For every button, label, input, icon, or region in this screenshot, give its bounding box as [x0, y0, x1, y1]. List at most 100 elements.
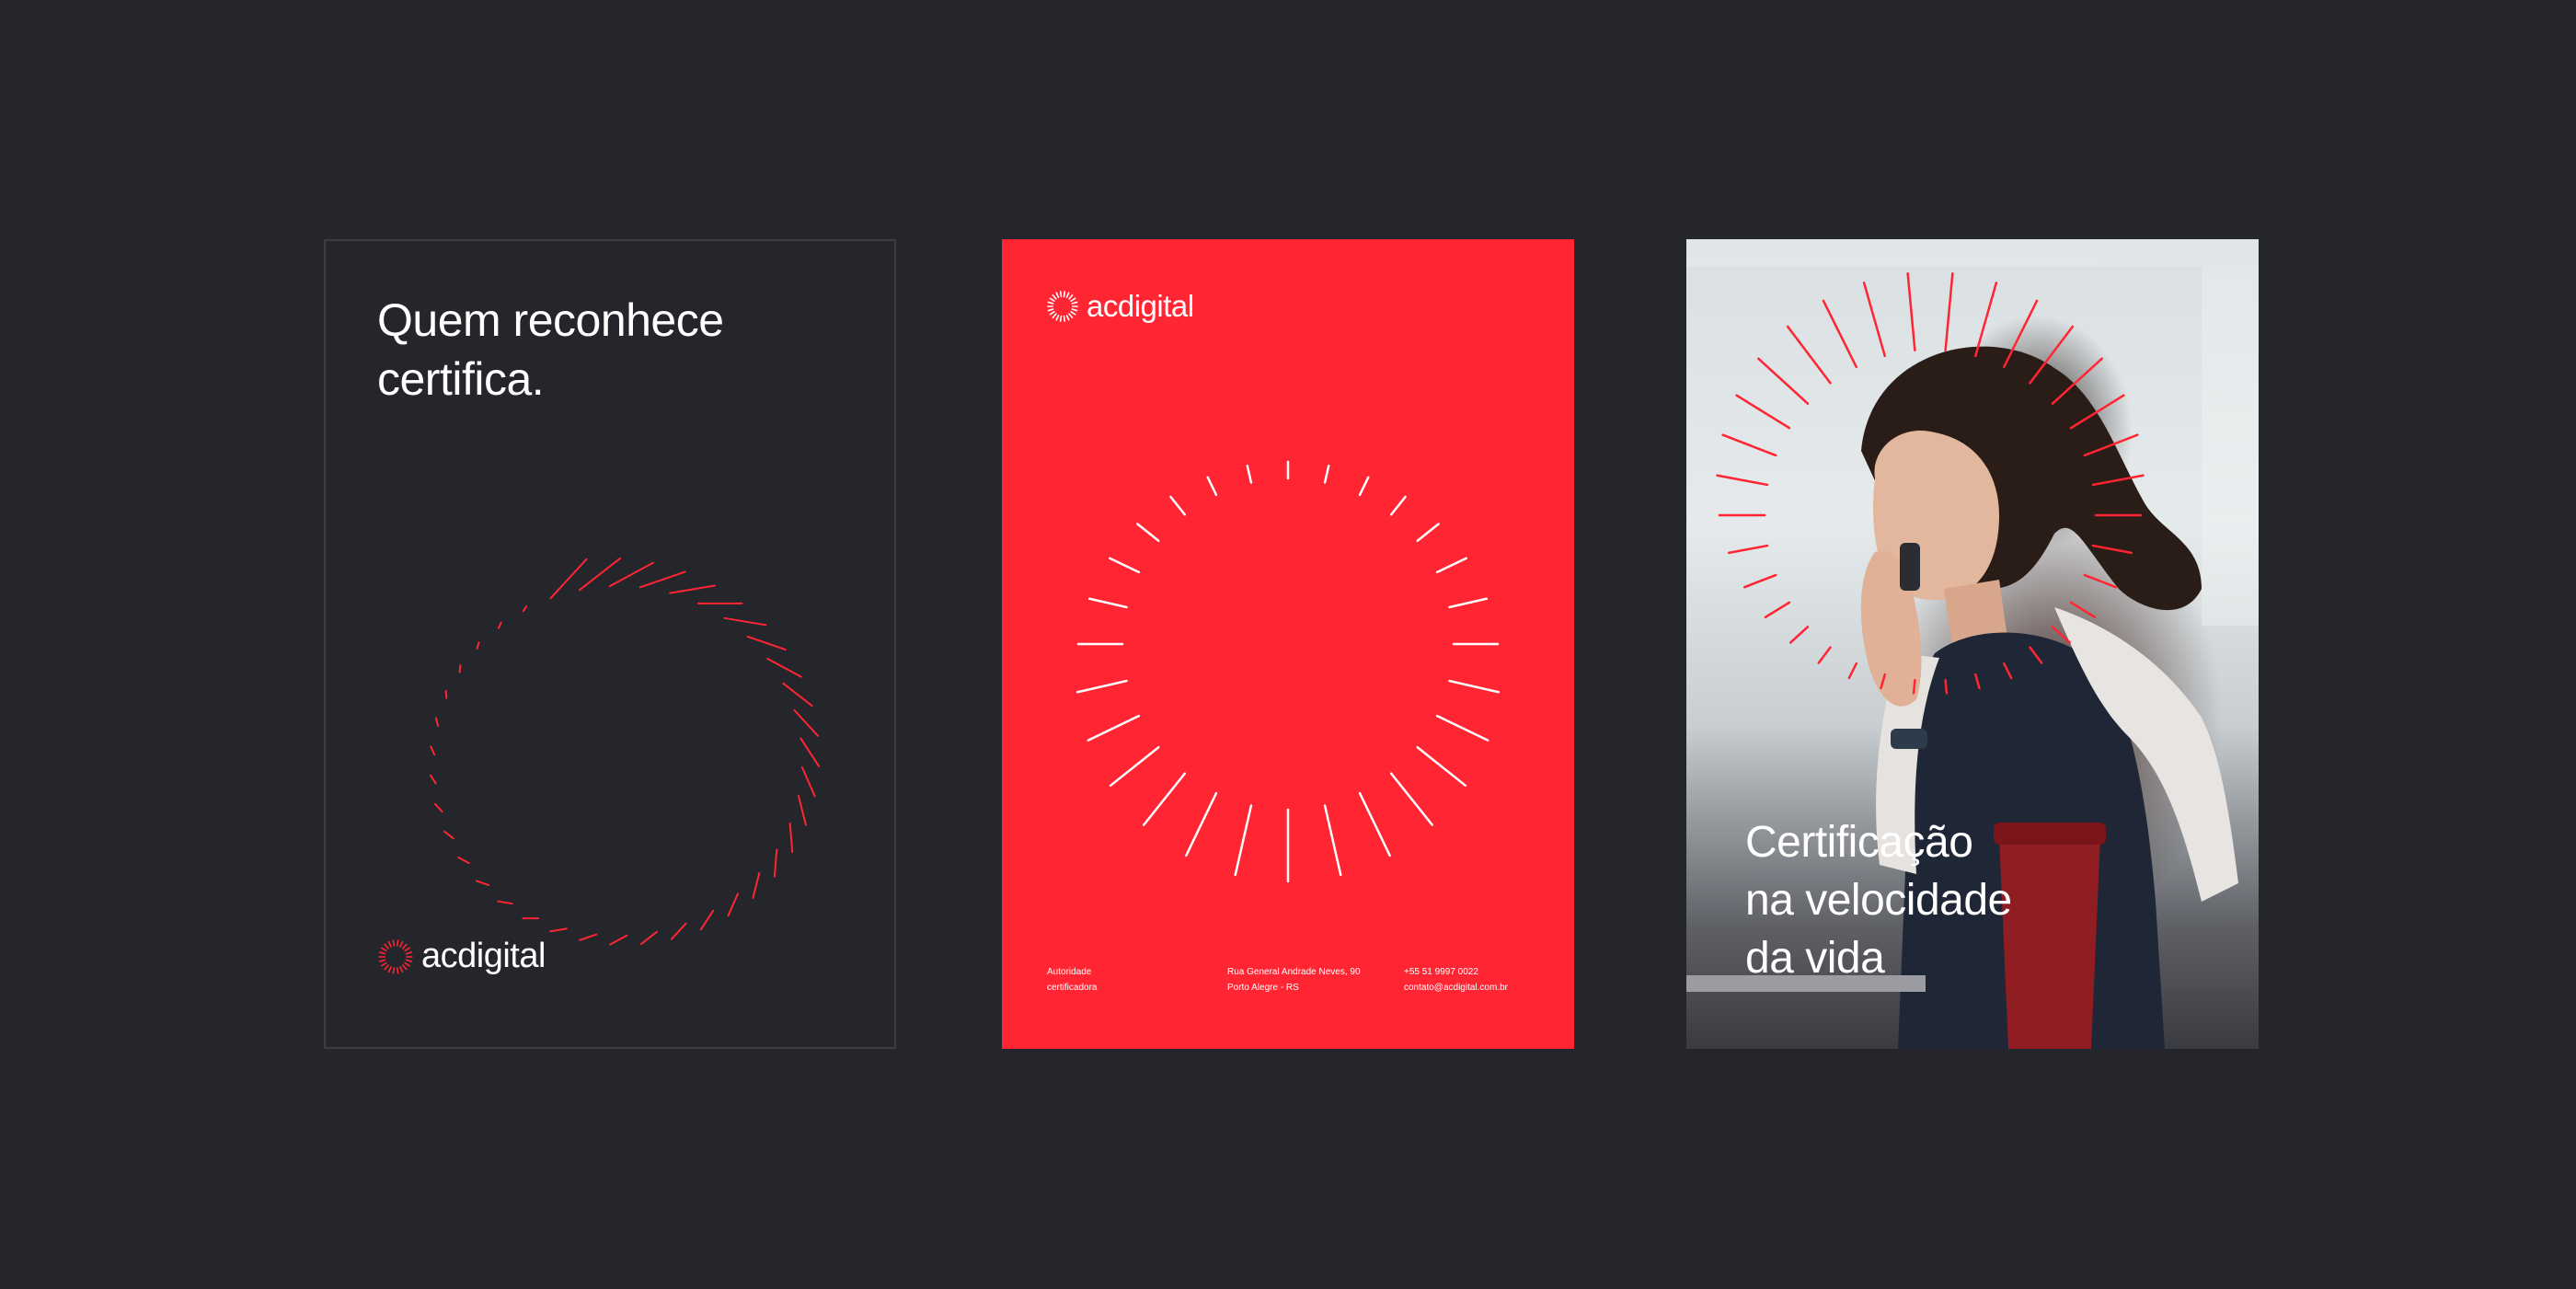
sunburst-tick: [2069, 601, 2097, 619]
logo-tick: [404, 961, 410, 967]
sunburst-tick: [1109, 557, 1141, 574]
logo-tick: [404, 946, 410, 951]
spiral-tick: [497, 621, 502, 629]
sunburst-tick: [1323, 804, 1342, 877]
spiral-tick: [727, 892, 740, 917]
sunburst-tick: [1206, 476, 1218, 497]
sunburst-tick: [1822, 299, 1858, 369]
spiral-tick: [430, 774, 437, 785]
logo-wordmark: acdigital: [421, 937, 546, 975]
sunburst-tick: [2091, 474, 2145, 487]
sunburst-tick: [1169, 495, 1187, 516]
spiral-tick: [444, 689, 448, 699]
footer-text: Porto Alegre - RS: [1227, 983, 1299, 993]
spiral-tick: [443, 830, 454, 840]
spiral-tick: [522, 605, 528, 613]
acdigital-logo: acdigital: [377, 937, 546, 976]
sunburst-tick: [1448, 597, 1489, 609]
footer-text: certificadora: [1047, 983, 1098, 993]
logo-tick: [402, 963, 408, 970]
spiral-tick: [497, 900, 513, 905]
spiral-tick: [699, 909, 715, 931]
sunburst-tick: [1389, 772, 1434, 826]
logo-tick: [392, 938, 396, 947]
sunburst-tick: [1075, 679, 1128, 694]
spiral-tick: [457, 856, 470, 865]
sunburst-tick: [1974, 282, 1998, 358]
spiral-tick: [752, 872, 761, 899]
headline-line-1: Certificação: [1745, 818, 1973, 867]
logo-tick: [405, 950, 413, 954]
poster-photo-headline: Certificação na velocidade da vida: [1745, 813, 2132, 987]
spiral-tick: [788, 823, 794, 854]
logo-tick: [387, 965, 392, 973]
sunburst-tick: [1416, 523, 1440, 543]
logo-sunburst-icon: [378, 938, 413, 974]
sunburst-tick: [1727, 544, 1769, 555]
spiral-tick: [549, 927, 568, 933]
spiral-tick: [723, 616, 767, 627]
sunburst-tick: [1435, 557, 1467, 574]
sunburst-tick: [1757, 357, 1810, 405]
footer-text: +55 51 9997 0022: [1404, 967, 1478, 977]
sunburst-tick: [1944, 272, 1954, 352]
logo-tick: [405, 959, 413, 962]
sunburst-tick: [2083, 573, 2117, 589]
logo-tick: [399, 940, 404, 948]
spiral-tick: [773, 848, 778, 878]
sunburst-tick: [1944, 678, 1949, 695]
sunburst-tick: [1087, 597, 1128, 609]
poster-red: acdigital Autoridade certificadora Rua G…: [1002, 239, 1574, 1049]
sunburst-graphic: [1075, 460, 1501, 883]
spiral-tick: [608, 561, 654, 588]
spiral-tick: [434, 802, 443, 813]
sunburst-tick: [1246, 464, 1253, 484]
sunburst-tick: [1974, 673, 1981, 690]
sunburst-tick: [2002, 662, 2013, 680]
spiral-tick: [476, 641, 480, 650]
spiral-tick: [799, 737, 821, 767]
spiral-tick: [475, 880, 490, 887]
sunburst-tick: [1109, 745, 1160, 788]
sunburst-tick: [1142, 772, 1187, 826]
spiral-tick: [670, 922, 687, 940]
spiral-tick: [639, 930, 659, 946]
logo-tick: [378, 950, 386, 954]
logo-tick: [396, 938, 399, 947]
sunburst-tick: [1721, 433, 1777, 457]
footer-contact: +55 51 9997 0022 contato@acdigital.com.b…: [1404, 964, 1508, 996]
sunburst-tick: [1880, 673, 1886, 690]
footer-text: Rua General Andrade Neves, 90: [1227, 967, 1361, 977]
spiral-tick: [549, 558, 588, 600]
poster-dark: Quem reconhece certifica. acdigital: [324, 239, 896, 1049]
poster-photo: Certificação na velocidade da vida: [1686, 239, 2259, 1049]
logo-tick: [387, 940, 392, 948]
sunburst-tick: [1906, 272, 1916, 352]
sunburst-tick: [2029, 646, 2043, 664]
sunburst-tick: [1136, 523, 1160, 543]
sunburst-tick: [1389, 495, 1407, 516]
sunburst-tick: [2051, 626, 2072, 644]
logo-tick: [381, 961, 387, 967]
spiral-tick: [579, 933, 598, 941]
sunburst-tick: [2083, 433, 2139, 457]
spiral-tick: [746, 635, 787, 651]
sunburst-tick: [2051, 357, 2103, 405]
spiral-tick: [797, 795, 807, 826]
sunburst-tick: [1716, 474, 1769, 487]
sunburst-tick: [1788, 626, 1810, 644]
sunburst-tick: [1735, 394, 1791, 430]
sunburst-tick: [1416, 745, 1467, 788]
sunburst-tick: [2002, 299, 2039, 369]
logo-tick: [392, 966, 396, 974]
spiral-tick: [458, 664, 462, 673]
footer-address: Rua General Andrade Neves, 90 Porto Aleg…: [1227, 964, 1361, 996]
sunburst-tick: [1817, 646, 1832, 664]
sunburst-tick: [1743, 573, 1777, 589]
spiral-tick: [766, 657, 802, 678]
logo-tick: [384, 963, 389, 970]
logo-tick: [384, 943, 389, 949]
logo-tick: [381, 946, 387, 951]
sunburst-tick: [1847, 662, 1858, 680]
spiral-burst-graphic: [430, 557, 821, 946]
